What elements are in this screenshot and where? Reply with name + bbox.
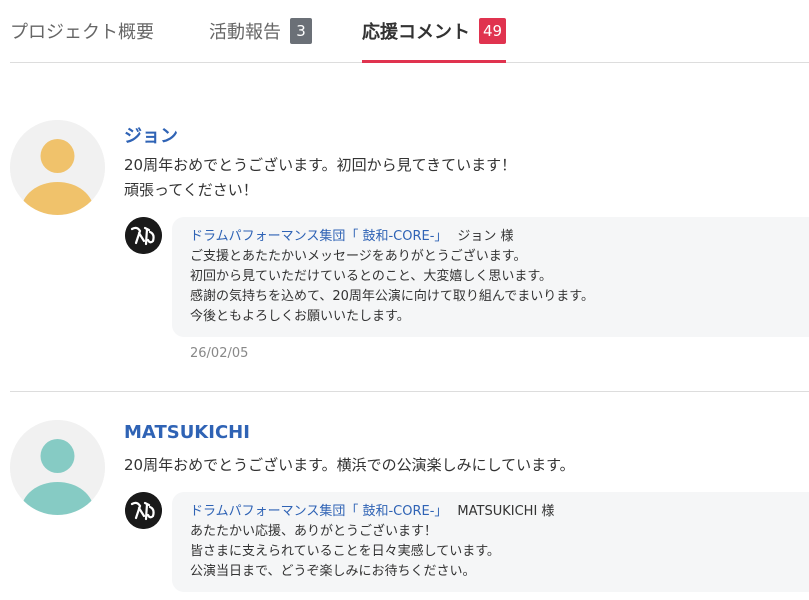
reply-recipient: ジョン 様 (457, 229, 514, 244)
user-avatar-icon (10, 420, 105, 515)
tab-bar: プロジェクト概要 活動報告 3 応援コメント 49 (10, 0, 809, 63)
reply-recipient: MATSUKICHI 様 (457, 504, 555, 519)
organizer-logo (125, 217, 162, 254)
organizer-logo (125, 492, 162, 529)
reply-line: あたたかい応援、ありがとうございます！ (190, 524, 438, 539)
organizer-reply: ドラムパフォーマンス集団「 鼓和-CORE-」 ジョン 様 ご支援とあたたかいメッ… (172, 217, 809, 337)
user-avatar-icon (10, 120, 105, 215)
comment-line: 20周年おめでとうございます。初回から見てきています！ (124, 156, 517, 174)
commenter-name[interactable]: MATSUKICHI (124, 422, 250, 443)
reply-line: 皆さまに支えられていることを日々実感しています。 (190, 544, 500, 559)
comment-text: 20周年おめでとうございます。初回から見てきています！ 頑張ってください！ (124, 153, 804, 203)
comment-line: 20周年おめでとうございます。横浜での公演楽しみにしています。 (124, 456, 575, 474)
comment-count-badge: 49 (479, 18, 507, 44)
avatar (10, 120, 105, 215)
comment-text: 20周年おめでとうございます。横浜での公演楽しみにしています。 (124, 453, 804, 478)
tab-label: プロジェクト概要 (10, 22, 154, 43)
reply-line: 公演当日まで、どうぞ楽しみにお待ちください。 (190, 564, 476, 579)
reply-line: 今後ともよろしくお願いいたします。 (190, 309, 410, 324)
avatar-head (40, 439, 75, 473)
drum-logo-icon (125, 217, 162, 254)
commenter-name[interactable]: ジョン (124, 122, 178, 148)
avatar (10, 420, 105, 515)
reply-sender-link[interactable]: ドラムパフォーマンス集団「 鼓和-CORE-」 (190, 229, 447, 244)
drum-logo-icon (125, 492, 162, 529)
comment-line: 頑張ってください！ (124, 181, 258, 199)
activity-count-badge: 3 (290, 18, 312, 44)
tab-project-overview[interactable]: プロジェクト概要 (10, 0, 154, 62)
reply-sender-link[interactable]: ドラムパフォーマンス集団「 鼓和-CORE-」 (190, 504, 447, 519)
comment-date: 26/02/05 (190, 346, 249, 361)
comment-divider (10, 391, 809, 392)
tab-label: 活動報告 (209, 22, 281, 43)
reply-line: 感謝の気持ちを込めて、20周年公演に向けて取り組んでまいります。 (190, 289, 594, 304)
tab-label: 応援コメント (362, 22, 470, 43)
organizer-reply: ドラムパフォーマンス集団「 鼓和-CORE-」 MATSUKICHI 様 あたたか… (172, 492, 809, 592)
tab-support-comments[interactable]: 応援コメント 49 (362, 0, 507, 63)
reply-line: ご支援とあたたかいメッセージをありがとうございます。 (190, 249, 527, 264)
tab-activity-report[interactable]: 活動報告 3 (209, 0, 312, 62)
avatar-head (40, 139, 75, 173)
reply-line: 初回から見ていただけているとのこと、大変嬉しく思います。 (190, 269, 553, 284)
